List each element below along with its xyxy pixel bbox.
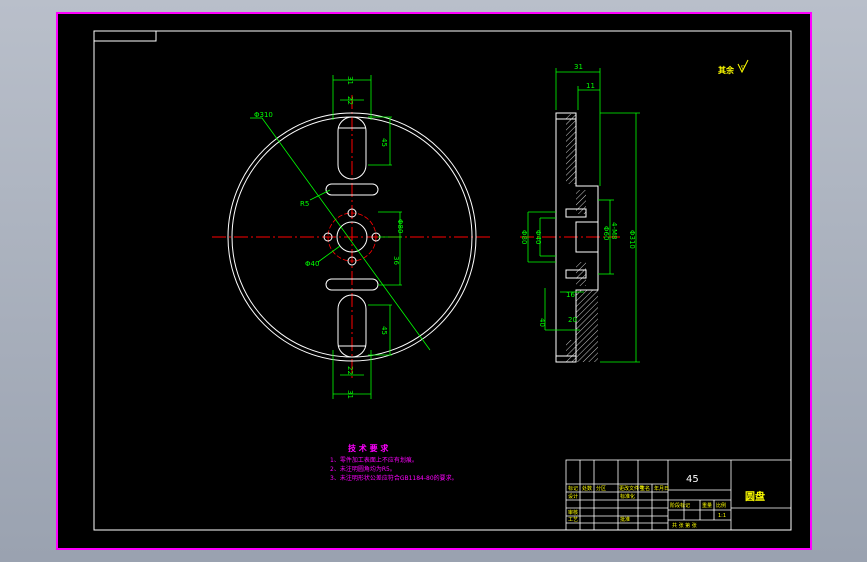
part-name: 圆盘 (745, 490, 765, 503)
row-label: 签名 (640, 485, 650, 492)
designer-label: 工艺 (568, 517, 578, 523)
dim-side-height: Φ310 (628, 230, 636, 249)
dim-side-thread: 4-M8 (610, 222, 618, 239)
dim-center-hole: Φ40 (305, 260, 319, 268)
dim-side-thickness: 31 (574, 63, 583, 71)
dim-side-hub-a: Φ80 (520, 230, 528, 244)
drawing-sheet[interactable]: 其余 ∇ 31 22 45 Φ310 R5 Φ80 Φ40 36 45 22 3… (0, 0, 867, 562)
dim-outer-diameter: Φ310 (254, 111, 273, 119)
tech-req-line: 2、未注明圆角均为R5。 (330, 465, 396, 473)
dim-side-hub-c: Φ60 (602, 226, 610, 240)
hatch-top (566, 114, 576, 184)
stage-label: 比例 (716, 502, 726, 509)
hatch-hub-lower (576, 262, 586, 286)
row-label: 年月日 (654, 485, 669, 492)
dim-side-step-c: 40 (538, 318, 546, 327)
scale-value: 1:1 (718, 513, 726, 519)
dim-slot-width: 22 (346, 96, 354, 105)
material-label: 45 (686, 474, 699, 485)
tech-req-title: 技 术 要 求 (348, 443, 389, 453)
dim-side-step-b: 20 (568, 316, 577, 324)
dim-bottom-slot-length: 45 (380, 326, 388, 335)
tech-req-line: 1、零件加工表面上不应有划痕。 (330, 456, 418, 464)
sheet-info: 共 张 第 张 (672, 522, 697, 529)
row-label: 分区 (596, 485, 606, 492)
hatch-hub (576, 190, 586, 214)
dim-pcd: Φ80 (396, 219, 404, 233)
drawing-canvas (56, 12, 812, 550)
row-label: 标记 (568, 485, 578, 492)
dim-slot-length: 45 (380, 138, 388, 147)
dim-bottom-overall: 31 (346, 390, 354, 399)
stage-label: 重量 (702, 502, 712, 509)
stage-label: 阶段标记 (670, 502, 690, 509)
cad-viewport[interactable]: 其余 ∇ 31 22 45 Φ310 R5 Φ80 Φ40 36 45 22 3… (0, 0, 867, 562)
dim-side-step-a: 16 (566, 291, 575, 299)
roughness-label: 其余 (718, 65, 735, 75)
designer-label: 审核 (568, 509, 578, 516)
tech-req-line: 3、未注明形状公差应符合GB1184-80的要求。 (330, 474, 458, 482)
row-label: 处数 (582, 485, 592, 492)
dim-side-rim: 11 (586, 82, 595, 90)
designer-label: 批准 (620, 516, 630, 523)
dim-slot-radius: R5 (300, 200, 309, 208)
designer-label: 设计 (568, 493, 578, 500)
dim-side-hub-b: Φ40 (534, 230, 542, 244)
designer-label: 标准化 (620, 493, 635, 500)
dim-bottom-width: 22 (346, 366, 354, 375)
dim-top-width: 31 (346, 76, 354, 85)
dim-center-distance: 36 (392, 256, 400, 265)
